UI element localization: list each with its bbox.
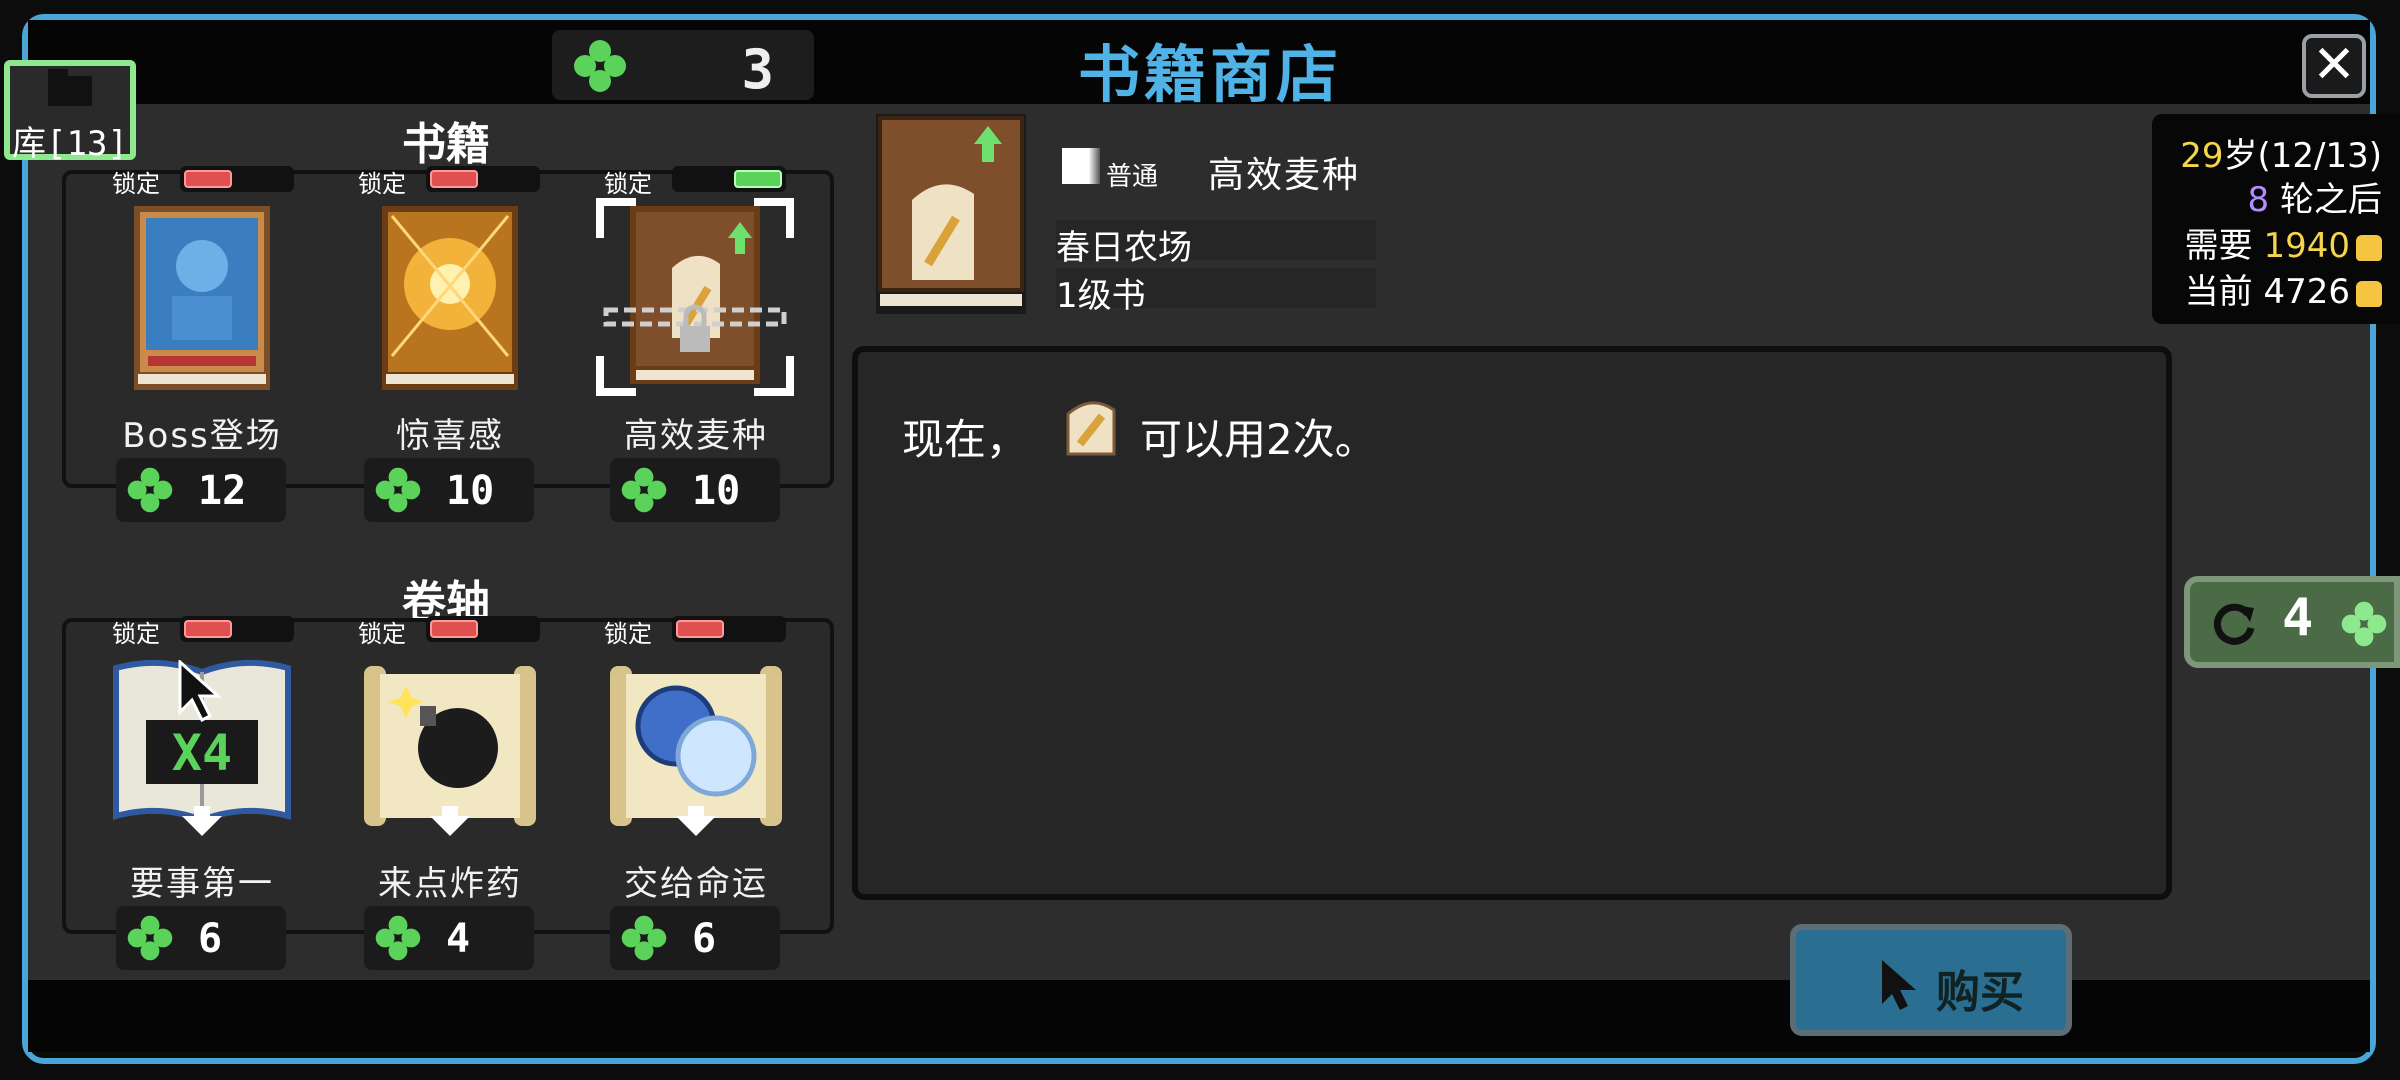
books-section-title: 书籍	[402, 119, 490, 170]
selected-book-icon	[876, 114, 1026, 314]
bomb-scroll-icon[interactable]	[358, 656, 542, 840]
current-stat: 当前 4726	[2185, 264, 2382, 313]
price-tag: 4	[364, 906, 534, 970]
description-suffix: 可以用2次。	[1140, 415, 1377, 464]
lock-toggle[interactable]: 锁定	[604, 164, 786, 198]
price-tag: 10	[364, 458, 534, 522]
item-name: Boss登场	[122, 416, 282, 456]
clover-icon	[375, 467, 421, 513]
clover-currency: 3	[552, 30, 814, 101]
boss-book-icon[interactable]	[134, 206, 270, 390]
lock-switch	[734, 170, 782, 188]
wheat-book-icon[interactable]	[596, 198, 794, 396]
lock-toggle[interactable]: 锁定	[604, 614, 786, 648]
detail-item-name: 高效麦种	[1208, 155, 1361, 196]
item-name: 要事第一	[130, 864, 274, 904]
library-label: 库[13]	[12, 124, 128, 164]
library-button[interactable]: 库[13]	[4, 60, 136, 164]
lock-switch	[430, 170, 478, 188]
detail-tag: 春日农场	[1056, 220, 1376, 268]
age-stat: 29岁(12/13)	[2180, 136, 2382, 176]
clover-icon	[621, 467, 667, 513]
reroll-button[interactable]: 4	[2184, 576, 2400, 668]
item-name: 来点炸药	[378, 864, 522, 904]
buy-label: 购买	[1936, 967, 2024, 1018]
need-stat: 需要 1940	[2185, 218, 2382, 267]
clover-icon	[127, 915, 173, 961]
thumbs-up-icon	[2356, 234, 2382, 261]
item-name: 惊喜感	[396, 416, 504, 456]
lock-switch	[676, 620, 724, 638]
lock-toggle[interactable]: 锁定	[358, 164, 540, 198]
clover-icon	[621, 915, 667, 961]
lock-switch	[184, 170, 232, 188]
price-tag: 10	[610, 458, 780, 522]
mouse-cursor-icon	[178, 660, 222, 723]
close-button[interactable]: ✕	[2302, 34, 2366, 98]
rarity-chip	[1062, 148, 1100, 184]
lock-switch	[430, 620, 478, 638]
rarity-label: 普通	[1106, 162, 1159, 192]
rounds-stat: 8 轮之后	[2247, 180, 2382, 220]
detail-tag: 1级书	[1056, 268, 1376, 316]
buy-button[interactable]: 购买	[1790, 924, 2072, 1036]
clover-icon	[375, 915, 421, 961]
price-tag: 6	[116, 906, 286, 970]
description-prefix: 现在，	[902, 415, 1029, 464]
folder-icon	[48, 69, 92, 106]
refresh-icon	[2213, 603, 2255, 645]
surprise-book-icon[interactable]	[382, 206, 518, 390]
close-icon: ✕	[2312, 35, 2356, 95]
svg-text:X4: X4	[172, 724, 232, 782]
item-name: 交给命运	[624, 864, 768, 904]
lock-toggle[interactable]: 锁定	[112, 164, 294, 198]
thumbs-up-icon	[2356, 280, 2382, 307]
pointer-icon	[1882, 960, 1916, 1010]
fate-scroll-icon[interactable]	[604, 656, 788, 840]
lock-toggle[interactable]: 锁定	[358, 614, 540, 648]
page-title: 书籍商店	[1077, 38, 1342, 111]
clover-icon	[127, 467, 173, 513]
lock-toggle[interactable]: 锁定	[112, 614, 294, 648]
stats-panel: 29岁(12/13) 8 轮之后 需要 1940 当前 4726	[2152, 114, 2400, 324]
price-tag: 12	[116, 458, 286, 522]
price-tag: 6	[610, 906, 780, 970]
lock-switch	[184, 620, 232, 638]
wheat-seed-icon	[1066, 401, 1116, 456]
item-name: 高效麦种	[624, 416, 768, 456]
clover-icon	[2341, 601, 2387, 647]
clover-count: 3	[741, 38, 774, 101]
description-panel: 现在， 可以用2次。	[852, 346, 2172, 900]
